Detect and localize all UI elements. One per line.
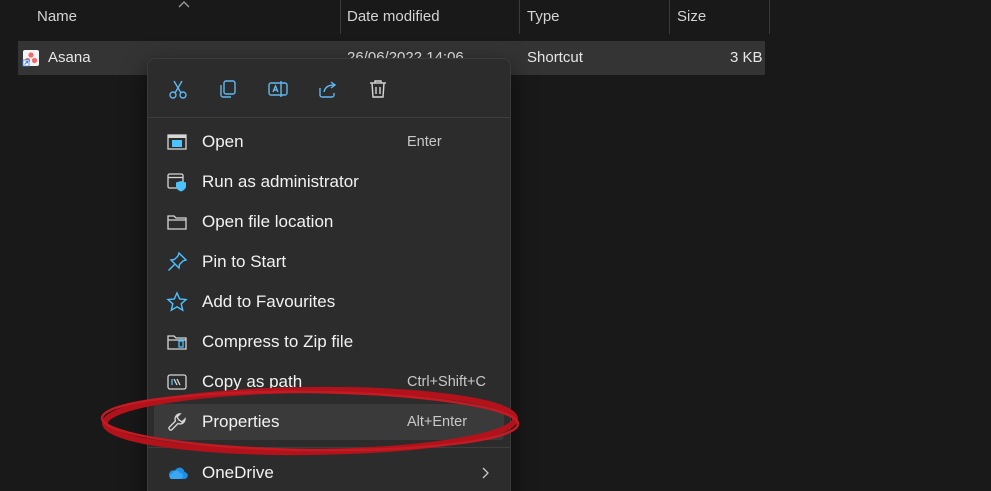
file-explorer-window: Name Date modified Type Size Asana 26/06… [0, 0, 991, 491]
menu-item-label: Pin to Start [202, 252, 287, 271]
menu-item-label: Add to Favourites [202, 292, 336, 311]
menu-item-label: Run as administrator [202, 172, 359, 191]
menu-item-label: Open [202, 132, 244, 151]
menu-item-copy-as-path[interactable]: Copy as path Ctrl+Shift+C [154, 364, 504, 400]
column-header-size[interactable]: Size [670, 0, 770, 34]
cut-button[interactable] [163, 74, 193, 104]
menu-item-shortcut: Alt+Enter [407, 414, 468, 430]
scissors-icon [169, 80, 187, 99]
menu-item-shortcut: Enter [407, 134, 442, 150]
menu-item-properties[interactable]: Properties Alt+Enter [154, 404, 504, 440]
menu-item-open-file-location[interactable]: Open file location [154, 204, 504, 240]
menu-item-label: Compress to Zip file [202, 332, 354, 351]
column-header-name[interactable]: Name [30, 0, 340, 34]
file-size: 3 KB [730, 49, 763, 66]
menu-item-label: Properties [202, 412, 280, 431]
menu-item-pin-to-start[interactable]: Pin to Start [154, 244, 504, 280]
rename-button[interactable] [263, 74, 293, 104]
pin-icon [166, 251, 188, 273]
copy-path-icon [166, 371, 188, 393]
column-header-date-modified[interactable]: Date modified [340, 0, 520, 34]
chevron-right-icon [482, 467, 489, 479]
onedrive-cloud-icon [166, 462, 188, 484]
quick-actions-bar [148, 59, 510, 117]
delete-button[interactable] [363, 74, 393, 104]
menu-separator [148, 117, 510, 118]
open-icon [166, 131, 188, 153]
menu-item-label: Copy as path [202, 372, 303, 391]
copy-button[interactable] [213, 74, 243, 104]
admin-shield-icon [166, 171, 188, 193]
menu-item-add-to-favourites[interactable]: Add to Favourites [154, 284, 504, 320]
rename-icon [268, 81, 288, 97]
menu-separator [148, 447, 510, 448]
menu-item-run-as-administrator[interactable]: Run as administrator [154, 164, 504, 200]
menu-item-onedrive[interactable]: OneDrive [154, 455, 504, 491]
column-header-type[interactable]: Type [520, 0, 670, 34]
file-type: Shortcut [527, 49, 583, 66]
menu-item-compress-to-zip[interactable]: Compress to Zip file [154, 324, 504, 360]
folder-icon [166, 211, 188, 233]
context-menu: Open Enter Run as administrator Open fil… [147, 58, 511, 491]
menu-item-label: Open file location [202, 212, 334, 231]
column-divider[interactable] [769, 0, 770, 34]
asana-shortcut-icon [22, 50, 39, 67]
menu-item-label: OneDrive [202, 463, 274, 482]
wrench-icon [166, 411, 188, 433]
zip-folder-icon [166, 331, 188, 353]
file-name: Asana [48, 49, 91, 66]
trash-icon [370, 80, 386, 98]
file-list-header: Name Date modified Type Size [0, 0, 770, 34]
copy-icon [220, 80, 236, 98]
menu-item-open[interactable]: Open Enter [154, 124, 504, 160]
star-icon [166, 291, 188, 313]
share-button[interactable] [313, 74, 343, 104]
menu-item-shortcut: Ctrl+Shift+C [407, 374, 486, 390]
share-icon [319, 81, 337, 98]
